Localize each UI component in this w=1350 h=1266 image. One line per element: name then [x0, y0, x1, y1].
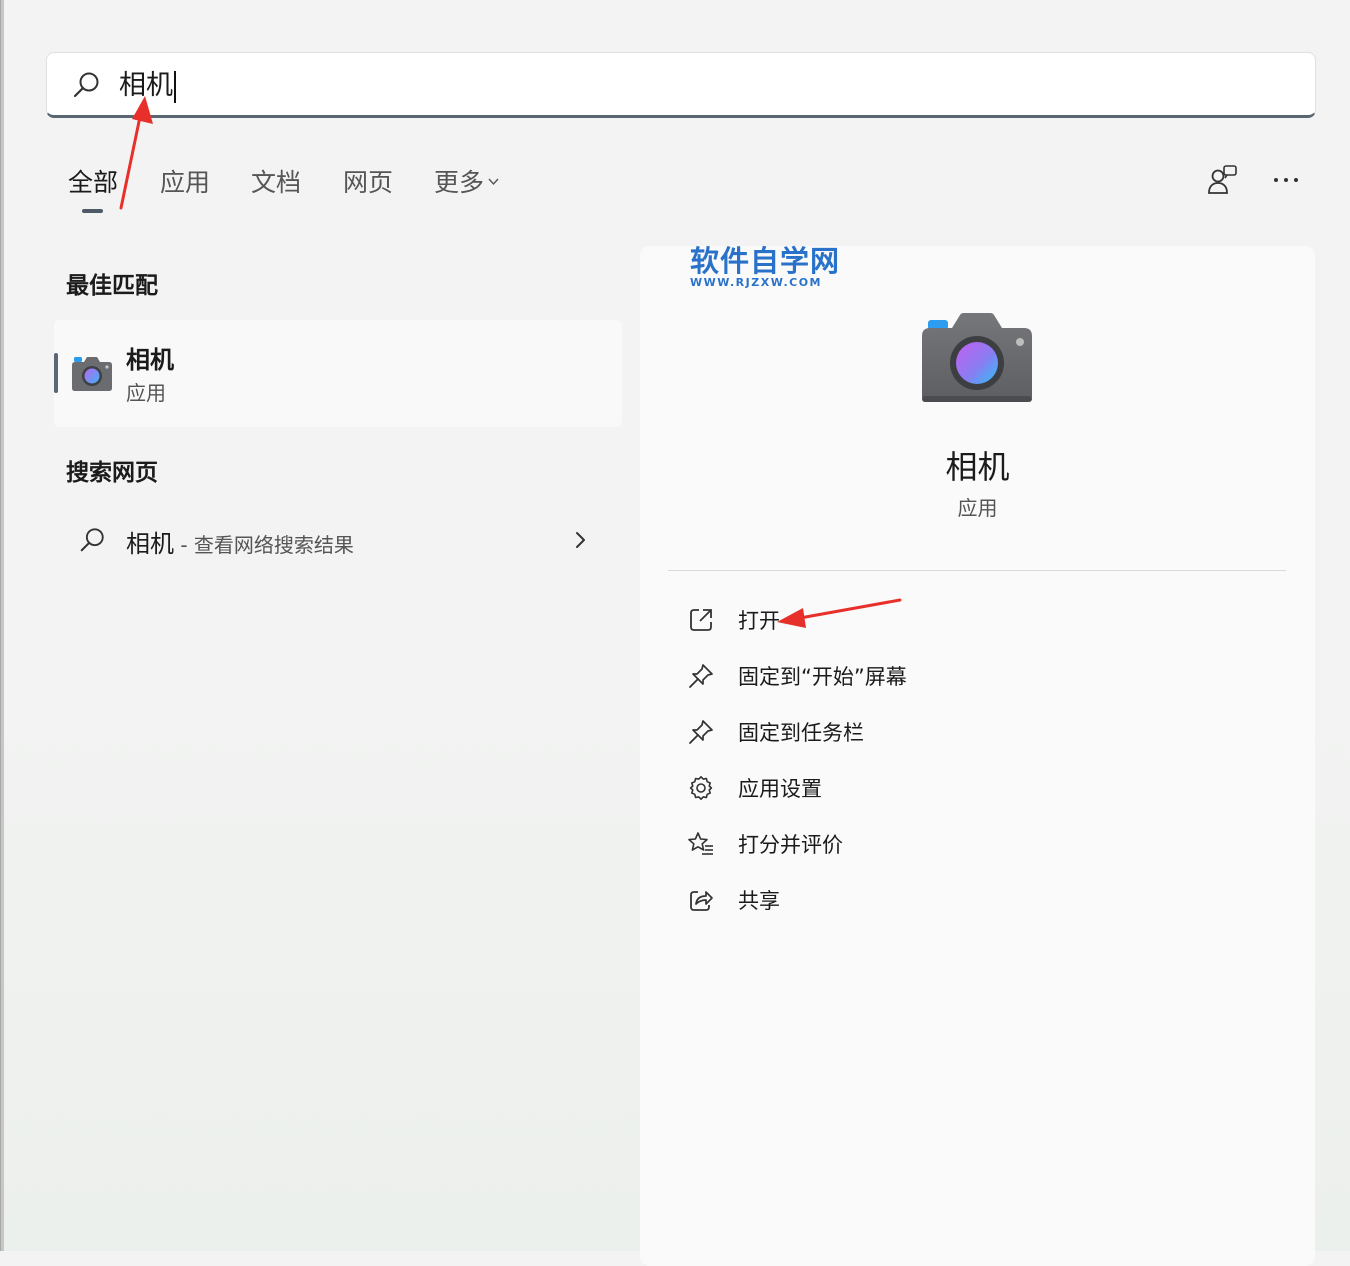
action-open[interactable]: 打开: [680, 597, 1240, 643]
text-caret: [174, 70, 176, 103]
chevron-right-icon[interactable]: [574, 530, 588, 550]
web-search-term: 相机: [126, 530, 174, 558]
watermark-url: WWW.RJZXW.COM: [690, 276, 822, 289]
detail-app-name: 相机: [945, 448, 1010, 486]
action-app-settings-label: 应用设置: [738, 777, 822, 801]
pin-icon: [689, 720, 713, 744]
tab-more[interactable]: 更多: [434, 166, 499, 200]
action-rate-review[interactable]: 打分并评价: [680, 821, 1240, 867]
detail-panel: 软件自学网 WWW.RJZXW.COM 相机 应用 打开 固定到“开始”屏幕 固…: [640, 244, 1315, 1266]
selection-accent: [54, 353, 58, 393]
best-match-subtitle: 应用: [126, 381, 166, 405]
chevron-down-icon: [488, 178, 499, 186]
watermark: 软件自学网 WWW.RJZXW.COM: [690, 244, 840, 288]
window-edge: [0, 0, 4, 1251]
account-feedback-icon[interactable]: [1205, 162, 1241, 198]
action-pin-start-label: 固定到“开始”屏幕: [738, 665, 907, 689]
search-input[interactable]: 相机: [119, 69, 176, 103]
action-open-label: 打开: [738, 609, 780, 633]
more-options-icon[interactable]: [1268, 162, 1304, 198]
camera-app-large-icon: [922, 313, 1032, 402]
tab-all[interactable]: 全部: [68, 166, 118, 200]
gear-icon: [689, 776, 713, 800]
tab-apps[interactable]: 应用: [160, 166, 210, 200]
action-share[interactable]: 共享: [680, 877, 1240, 923]
search-box[interactable]: 相机: [46, 52, 1316, 118]
best-match-heading: 最佳匹配: [66, 273, 158, 299]
watermark-title: 软件自学网: [690, 244, 841, 278]
web-search-result[interactable]: 相机 - 查看网络搜索结果: [54, 508, 622, 572]
detail-app-type: 应用: [957, 496, 998, 520]
best-match-title: 相机: [126, 346, 174, 374]
divider: [668, 570, 1286, 571]
camera-app-icon: [72, 357, 112, 391]
web-search-suffix: - 查看网络搜索结果: [174, 533, 354, 557]
search-icon: [73, 72, 99, 98]
tab-documents[interactable]: 文档: [251, 166, 301, 200]
action-app-settings[interactable]: 应用设置: [680, 765, 1240, 811]
tab-web[interactable]: 网页: [343, 166, 393, 200]
star-list-icon: [688, 832, 713, 855]
open-external-icon: [690, 609, 712, 631]
best-match-card[interactable]: 相机 应用: [54, 320, 622, 427]
share-icon: [690, 891, 713, 911]
action-pin-taskbar[interactable]: 固定到任务栏: [680, 709, 1240, 755]
action-rate-review-label: 打分并评价: [738, 833, 843, 857]
pin-icon: [689, 664, 713, 688]
tab-more-label: 更多: [434, 168, 485, 197]
active-tab-indicator: [82, 209, 103, 213]
search-icon: [80, 528, 104, 552]
action-share-label: 共享: [738, 889, 780, 913]
action-pin-start[interactable]: 固定到“开始”屏幕: [680, 653, 1240, 699]
action-pin-taskbar-label: 固定到任务栏: [738, 721, 864, 745]
search-web-heading: 搜索网页: [66, 460, 158, 486]
